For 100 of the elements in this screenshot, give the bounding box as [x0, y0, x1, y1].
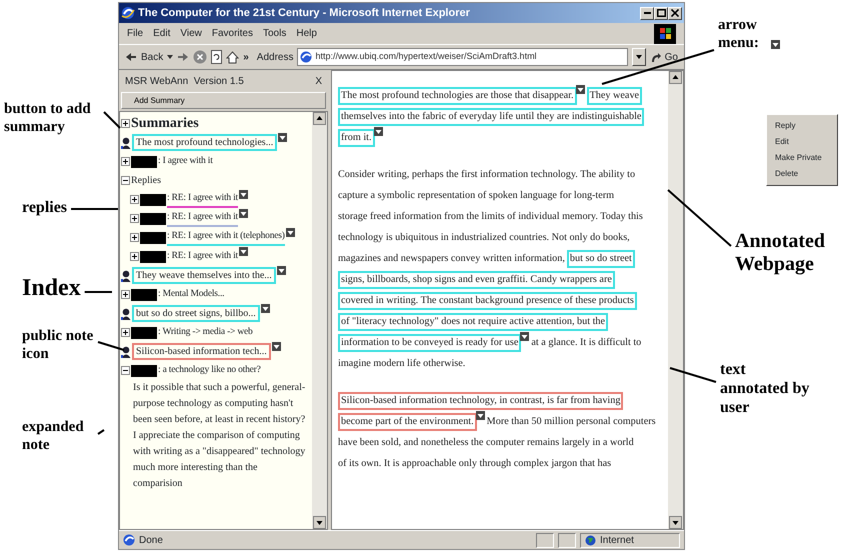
- address-field[interactable]: http://www.ubiq.com/hypertext/weiser/SciAmDraft3.html: [297, 48, 628, 66]
- home-icon[interactable]: [226, 50, 240, 64]
- body-text: storage freed information from the limits of individual memory. Today this: [338, 210, 643, 224]
- close-button[interactable]: X: [315, 74, 322, 88]
- scroll-down-icon[interactable]: [669, 516, 682, 529]
- public-note-icon[interactable]: [121, 308, 131, 320]
- menu-item[interactable]: Help: [296, 26, 317, 41]
- more-chevron[interactable]: »: [243, 50, 249, 64]
- add-summary-button[interactable]: Add Summary: [121, 92, 326, 109]
- menu-item[interactable]: Favorites: [212, 26, 253, 41]
- menu-arrow-icon[interactable]: [520, 332, 530, 341]
- section-heading[interactable]: Summaries: [131, 113, 199, 134]
- callout-label: button to add summary: [4, 100, 92, 136]
- leader-line: [97, 429, 105, 435]
- public-note-icon[interactable]: [121, 346, 131, 358]
- menu-arrow-icon[interactable]: [476, 411, 485, 420]
- highlighted-text[interactable]: Silicon-based information technology, in contrast, is far from having: [338, 392, 624, 410]
- go-button[interactable]: Go: [650, 50, 678, 64]
- menu-item[interactable]: Tools: [262, 26, 286, 41]
- note-link[interactable]: The most profound technologies...: [132, 134, 278, 151]
- menu-item[interactable]: Reply: [767, 118, 837, 134]
- comment-title[interactable]: : RE: I agree with it: [167, 249, 238, 264]
- highlighted-text[interactable]: covered in writing. The constant background presence of these products: [338, 292, 637, 310]
- highlighted-text[interactable]: themselves into the fabric of everyday life until they are indistinguishable: [338, 108, 644, 126]
- note-link[interactable]: but so do street signs, billbo...: [132, 305, 260, 322]
- expand-icon[interactable]: [130, 233, 139, 242]
- expand-icon[interactable]: [130, 195, 139, 204]
- redaction-bar: [140, 194, 166, 206]
- scroll-down-icon[interactable]: [313, 516, 326, 529]
- minimize-button[interactable]: [640, 6, 654, 20]
- scroll-up-icon[interactable]: [669, 71, 682, 84]
- back-button[interactable]: Back: [125, 50, 164, 64]
- expand-icon[interactable]: [121, 157, 130, 166]
- highlighted-text[interactable]: of "literacy technology" does not require active attention, but the: [338, 312, 608, 330]
- body-text: magazines and newspapers convey written information,: [338, 252, 565, 266]
- forward-arrow-icon[interactable]: [177, 52, 190, 62]
- comment-title[interactable]: : Writing -> media -> web: [158, 325, 253, 340]
- close-button[interactable]: [668, 6, 682, 20]
- body-text: imagine modern life otherwise.: [338, 356, 466, 371]
- note-link[interactable]: They weave themselves into the...: [132, 267, 276, 284]
- maximize-button[interactable]: [654, 6, 668, 20]
- menu-item[interactable]: Make Private: [767, 150, 837, 166]
- menu-arrow-icon[interactable]: [239, 247, 248, 256]
- menu-arrow-icon[interactable]: [286, 228, 295, 237]
- comment-title[interactable]: : I agree with it: [158, 154, 213, 169]
- menu-arrow-icon[interactable]: [576, 85, 585, 94]
- menu-arrow-icon[interactable]: [278, 133, 288, 142]
- expand-icon[interactable]: [121, 119, 130, 128]
- expand-icon[interactable]: [130, 214, 139, 223]
- menu-item[interactable]: Delete: [767, 166, 837, 182]
- callout-label: arrow menu:: [718, 16, 760, 52]
- highlighted-text[interactable]: signs, billboards, shop signs and even graffiti. Candy wrappers are: [338, 270, 615, 288]
- note-link[interactable]: Silicon-based information tech...: [132, 343, 271, 360]
- menu-item[interactable]: Edit: [767, 134, 837, 150]
- highlighted-text[interactable]: become part of the environment.: [338, 412, 477, 430]
- expand-icon[interactable]: [121, 328, 130, 337]
- scrollbar[interactable]: [312, 112, 327, 529]
- highlighted-text[interactable]: but so do street: [566, 250, 635, 268]
- highlighted-text[interactable]: information to be conveyed is ready for use: [338, 334, 522, 352]
- comment-title[interactable]: : RE: I agree with it (telephones): [167, 229, 285, 246]
- menu-item[interactable]: Edit: [153, 26, 170, 41]
- collapse-icon[interactable]: [121, 176, 130, 185]
- body-text: More than 50 million personal computers: [486, 414, 656, 429]
- browser-icon: [121, 6, 135, 20]
- comment-title[interactable]: : RE: I agree with it: [167, 210, 238, 227]
- public-note-icon[interactable]: [121, 270, 131, 282]
- menu-arrow-icon[interactable]: [374, 127, 383, 136]
- refresh-icon[interactable]: [211, 50, 222, 64]
- redaction-bar: [140, 232, 166, 244]
- page-icon: [300, 51, 312, 63]
- collapse-icon[interactable]: [121, 366, 130, 375]
- go-arrow-icon: [650, 52, 661, 62]
- caret-icon[interactable]: [167, 55, 174, 59]
- dropdown-button[interactable]: [632, 48, 646, 66]
- highlighted-text[interactable]: The most profound technologies are those that disappear.: [338, 86, 577, 104]
- scroll-up-icon[interactable]: [313, 112, 326, 125]
- expand-icon[interactable]: [121, 290, 130, 299]
- scrollbar[interactable]: [668, 71, 683, 529]
- menu-arrow-icon[interactable]: [260, 304, 270, 313]
- body-text: have been sold, and nonetheless the computer remains largely in a world: [338, 436, 634, 450]
- menu-arrow-icon[interactable]: [276, 266, 286, 275]
- leader-line: [667, 189, 732, 247]
- menu-item[interactable]: View: [180, 26, 202, 41]
- public-note-icon[interactable]: [121, 136, 131, 148]
- comment-title[interactable]: : Mental Models...: [158, 287, 224, 302]
- comment-title[interactable]: : a technology like no other?: [158, 363, 261, 378]
- expand-icon[interactable]: [130, 252, 139, 261]
- menu-arrow-icon: [771, 40, 780, 49]
- menu-arrow-icon[interactable]: [272, 342, 281, 351]
- highlighted-text[interactable]: They weave: [586, 86, 642, 104]
- menu-arrow-icon[interactable]: [239, 190, 248, 199]
- group-label[interactable]: Replies: [131, 173, 161, 188]
- menu-item[interactable]: File: [127, 26, 144, 41]
- redaction-bar: [131, 156, 157, 168]
- panel-title: MSR WebAnn Version 1.5: [125, 74, 244, 88]
- highlighted-text[interactable]: from it.: [338, 128, 375, 146]
- redaction-bar: [140, 212, 166, 224]
- comment-title[interactable]: : RE: I agree with it: [167, 191, 238, 208]
- menu-arrow-icon[interactable]: [239, 209, 248, 218]
- redaction-bar: [131, 288, 157, 300]
